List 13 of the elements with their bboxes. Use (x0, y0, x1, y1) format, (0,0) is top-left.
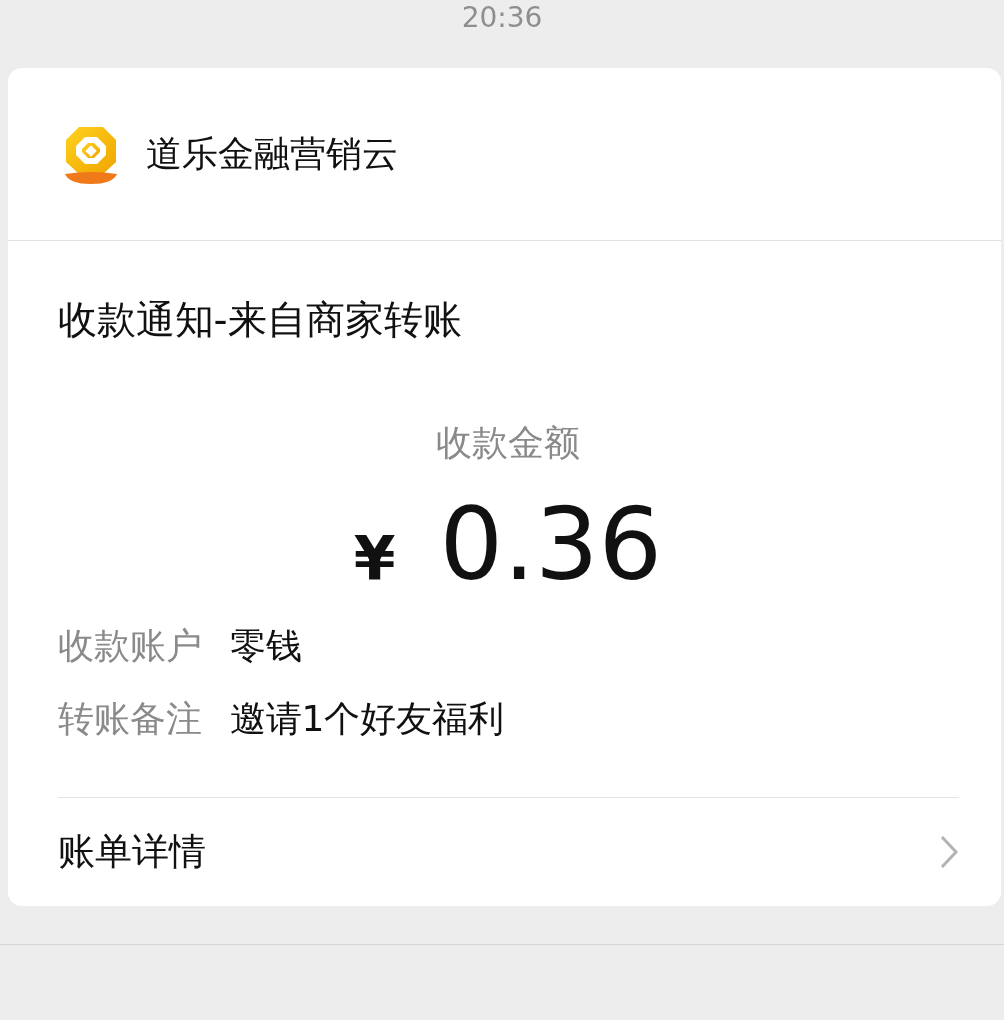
field-label: 收款账户 (57, 624, 202, 668)
chevron-right-icon (938, 834, 959, 870)
amount-value: 0.36 (439, 486, 663, 603)
amount-label: 收款金额 (435, 421, 581, 465)
status-time: 20:36 (461, 0, 543, 36)
notice-title: 收款通知-来自商家转账 (57, 296, 463, 344)
field-label: 转账备注 (57, 697, 202, 741)
field-value: 邀请1个好友福利 (229, 697, 505, 741)
sender-name: 道乐金融营销云 (145, 131, 398, 176)
logo-icon (62, 124, 119, 184)
bill-details-link[interactable]: 账单详情 (57, 797, 959, 906)
field-value: 零钱 (229, 624, 302, 668)
currency-symbol: ¥ (353, 523, 396, 593)
